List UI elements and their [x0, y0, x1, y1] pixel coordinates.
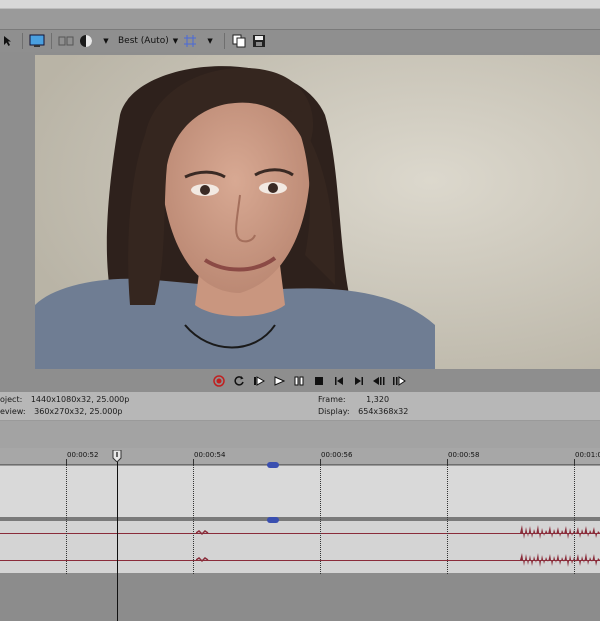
project-value: 1440x1080x32, 25.000p [30, 395, 130, 404]
window-top-strip [0, 0, 600, 9]
toolbar-separator [51, 33, 52, 49]
preview-value: 360x270x32, 25.000p [34, 407, 123, 416]
timeline-gridline [447, 464, 448, 574]
audio-blip [196, 530, 209, 563]
playhead-line[interactable] [117, 450, 118, 621]
grid-dropdown-caret[interactable]: ▼ [202, 33, 218, 49]
next-frame-icon[interactable] [392, 374, 406, 388]
toolbar-separator [224, 33, 226, 49]
audio-channel-left-line [0, 533, 600, 534]
project-info-row: oject: 1440x1080x32, 25.000p [0, 395, 129, 404]
audio-channel-right-line [0, 560, 600, 561]
overlay-dropdown-caret[interactable]: ▼ [98, 33, 114, 49]
quality-dropdown[interactable]: Best (Auto) ▼ [118, 33, 178, 49]
chevron-down-icon: ▼ [172, 37, 179, 45]
toolbar-separator [22, 33, 23, 49]
preview-toolbar: ▼ Best (Auto) ▼ ▼ [0, 30, 600, 52]
stop-icon[interactable] [312, 374, 326, 388]
preview-info-panel: oject: 1440x1080x32, 25.000p eview: 360x… [0, 392, 600, 420]
display-info-row: Display: 654x368x32 [318, 407, 408, 416]
timeline-gridline [66, 464, 67, 574]
preview-info-row: eview: 360x270x32, 25.000p [0, 407, 123, 416]
window-header-bar [0, 9, 600, 30]
copy-snapshot-icon[interactable] [231, 33, 247, 49]
ruler-tick-label: 00:01:0 [575, 451, 600, 459]
timeline-header-band [0, 420, 600, 449]
ruler-tick-label: 00:00:58 [448, 451, 480, 459]
video-track[interactable] [0, 465, 600, 518]
track-marker[interactable] [267, 517, 279, 523]
go-to-end-icon[interactable] [352, 374, 366, 388]
monitor-icon[interactable] [29, 33, 45, 49]
quality-label: Best (Auto) [118, 36, 169, 46]
project-label: oject: [0, 395, 23, 404]
frame-info-row: Frame: 1,320 [318, 395, 389, 404]
timeline-ruler[interactable]: 00:00:52 00:00:54 00:00:56 00:00:58 00:0… [0, 448, 600, 465]
frame-label: Frame: [318, 395, 346, 404]
save-snapshot-icon[interactable] [251, 33, 267, 49]
ruler-tick-label: 00:00:56 [321, 451, 353, 459]
play-icon[interactable] [272, 374, 286, 388]
pause-icon[interactable] [292, 374, 306, 388]
timeline-gridline [574, 464, 575, 574]
overlay-icon[interactable] [78, 33, 94, 49]
audio-waveform [520, 525, 600, 567]
play-from-start-icon[interactable] [252, 374, 266, 388]
display-value: 654x368x32 [358, 407, 409, 416]
grid-icon[interactable] [182, 33, 198, 49]
preview-label: eview: [0, 407, 26, 416]
ruler-tick-label: 00:00:52 [67, 451, 99, 459]
timeline-gridline [193, 464, 194, 574]
previous-frame-icon[interactable] [372, 374, 386, 388]
go-to-start-icon[interactable] [332, 374, 346, 388]
video-preview-frame [35, 55, 600, 369]
track-marker[interactable] [267, 462, 279, 468]
transport-controls [212, 373, 406, 389]
timeline-gridline [320, 464, 321, 574]
frame-value: 1,320 [366, 395, 390, 404]
ruler-tick-label: 00:00:54 [194, 451, 226, 459]
timeline-empty-area[interactable] [0, 573, 600, 621]
cursor-icon[interactable] [0, 33, 16, 49]
audio-track[interactable] [0, 521, 600, 574]
display-label: Display: [318, 407, 350, 416]
playhead-handle[interactable] [112, 450, 122, 462]
loop-icon[interactable] [232, 374, 246, 388]
record-icon[interactable] [212, 374, 226, 388]
split-screen-icon[interactable] [58, 33, 74, 49]
